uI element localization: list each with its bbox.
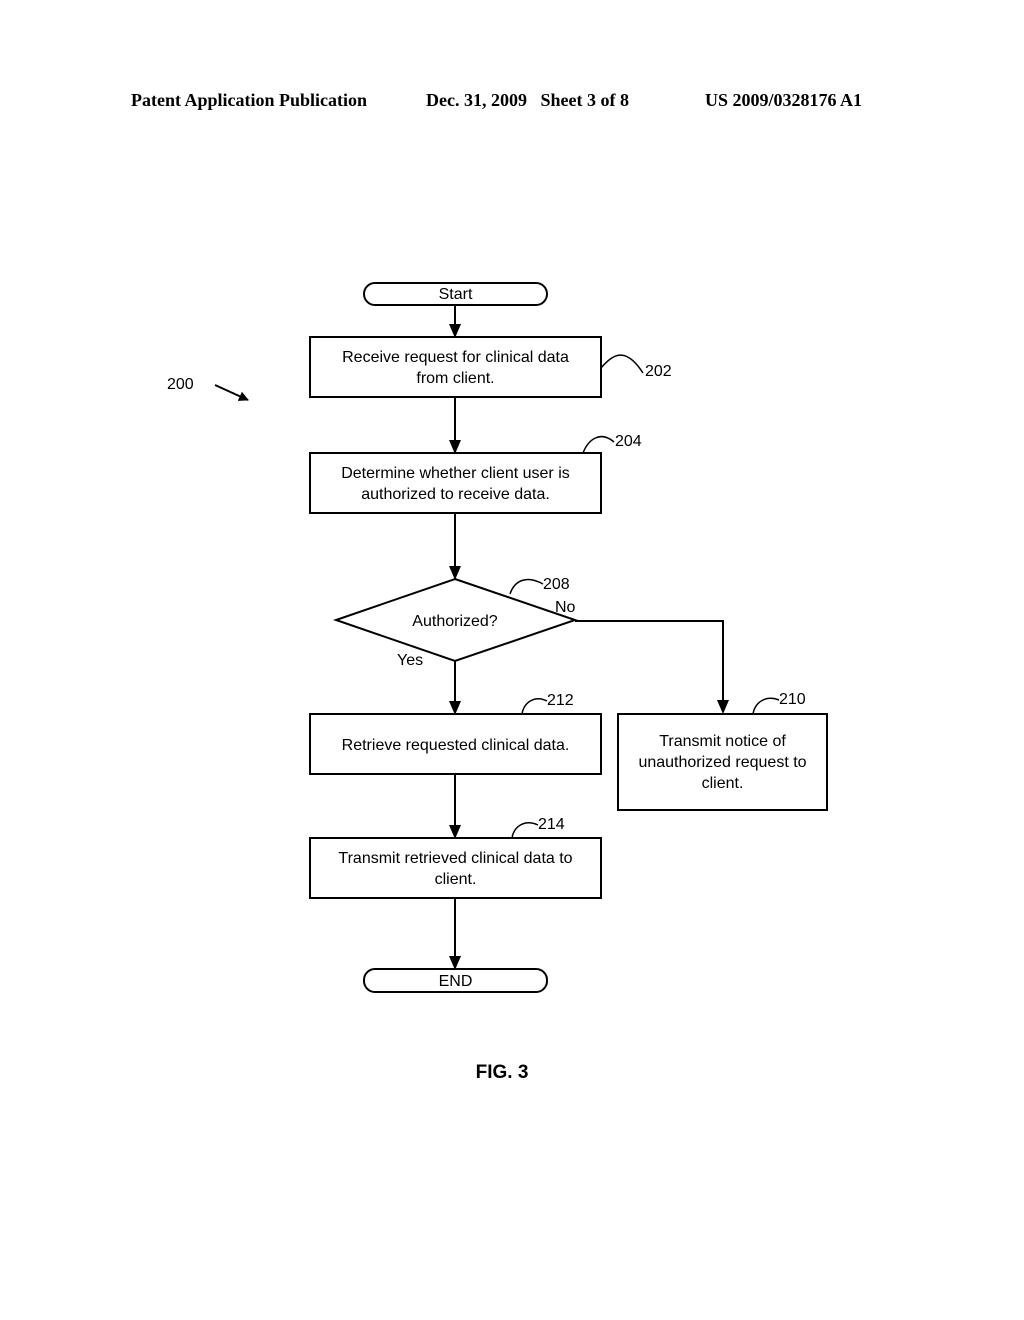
ref-210-leader (752, 697, 780, 715)
step-210-line-2: unauthorized request to (638, 754, 806, 771)
ref-214-leader (511, 822, 539, 839)
step-204-line-1: Determine whether client user is (341, 465, 570, 482)
step-202-box (309, 336, 602, 398)
step-212-line-1: Retrieve requested clinical data. (342, 737, 570, 754)
decision-208-label: Authorized? (412, 613, 497, 630)
decision-no-label: No (555, 599, 576, 616)
ref-202-leader (600, 354, 644, 374)
step-210-line-3: client. (702, 775, 744, 792)
step-214-line-1: Transmit retrieved clinical data to (338, 850, 572, 867)
ref-204-leader (582, 436, 615, 454)
step-204-box (309, 452, 602, 514)
arrow-208-210 (575, 620, 729, 714)
ref-214: 214 (538, 816, 565, 833)
start-label: Start (439, 286, 473, 303)
end-label: END (439, 973, 473, 990)
ref-202: 202 (645, 363, 672, 380)
step-214-box (309, 837, 602, 899)
step-202-line-1: Receive request for clinical data (342, 349, 569, 366)
step-202-line-2: from client. (416, 370, 494, 387)
ref-208: 208 (543, 576, 570, 593)
ref-204: 204 (615, 433, 642, 450)
ref-208-leader (509, 578, 544, 595)
flowchart: Start Receive request for clinical data … (167, 282, 828, 1083)
ref-212: 212 (547, 692, 574, 709)
ref-212-leader (521, 698, 548, 715)
ref-210: 210 (779, 691, 806, 708)
step-204-line-2: authorized to receive data. (361, 486, 550, 503)
step-210-line-1: Transmit notice of (659, 733, 786, 750)
decision-yes-label: Yes (397, 652, 423, 669)
step-214-line-2: client. (435, 871, 477, 888)
figure-label: FIG. 3 (476, 1062, 529, 1083)
ref-200: 200 (167, 376, 194, 393)
ref-200-arrow (214, 384, 249, 401)
